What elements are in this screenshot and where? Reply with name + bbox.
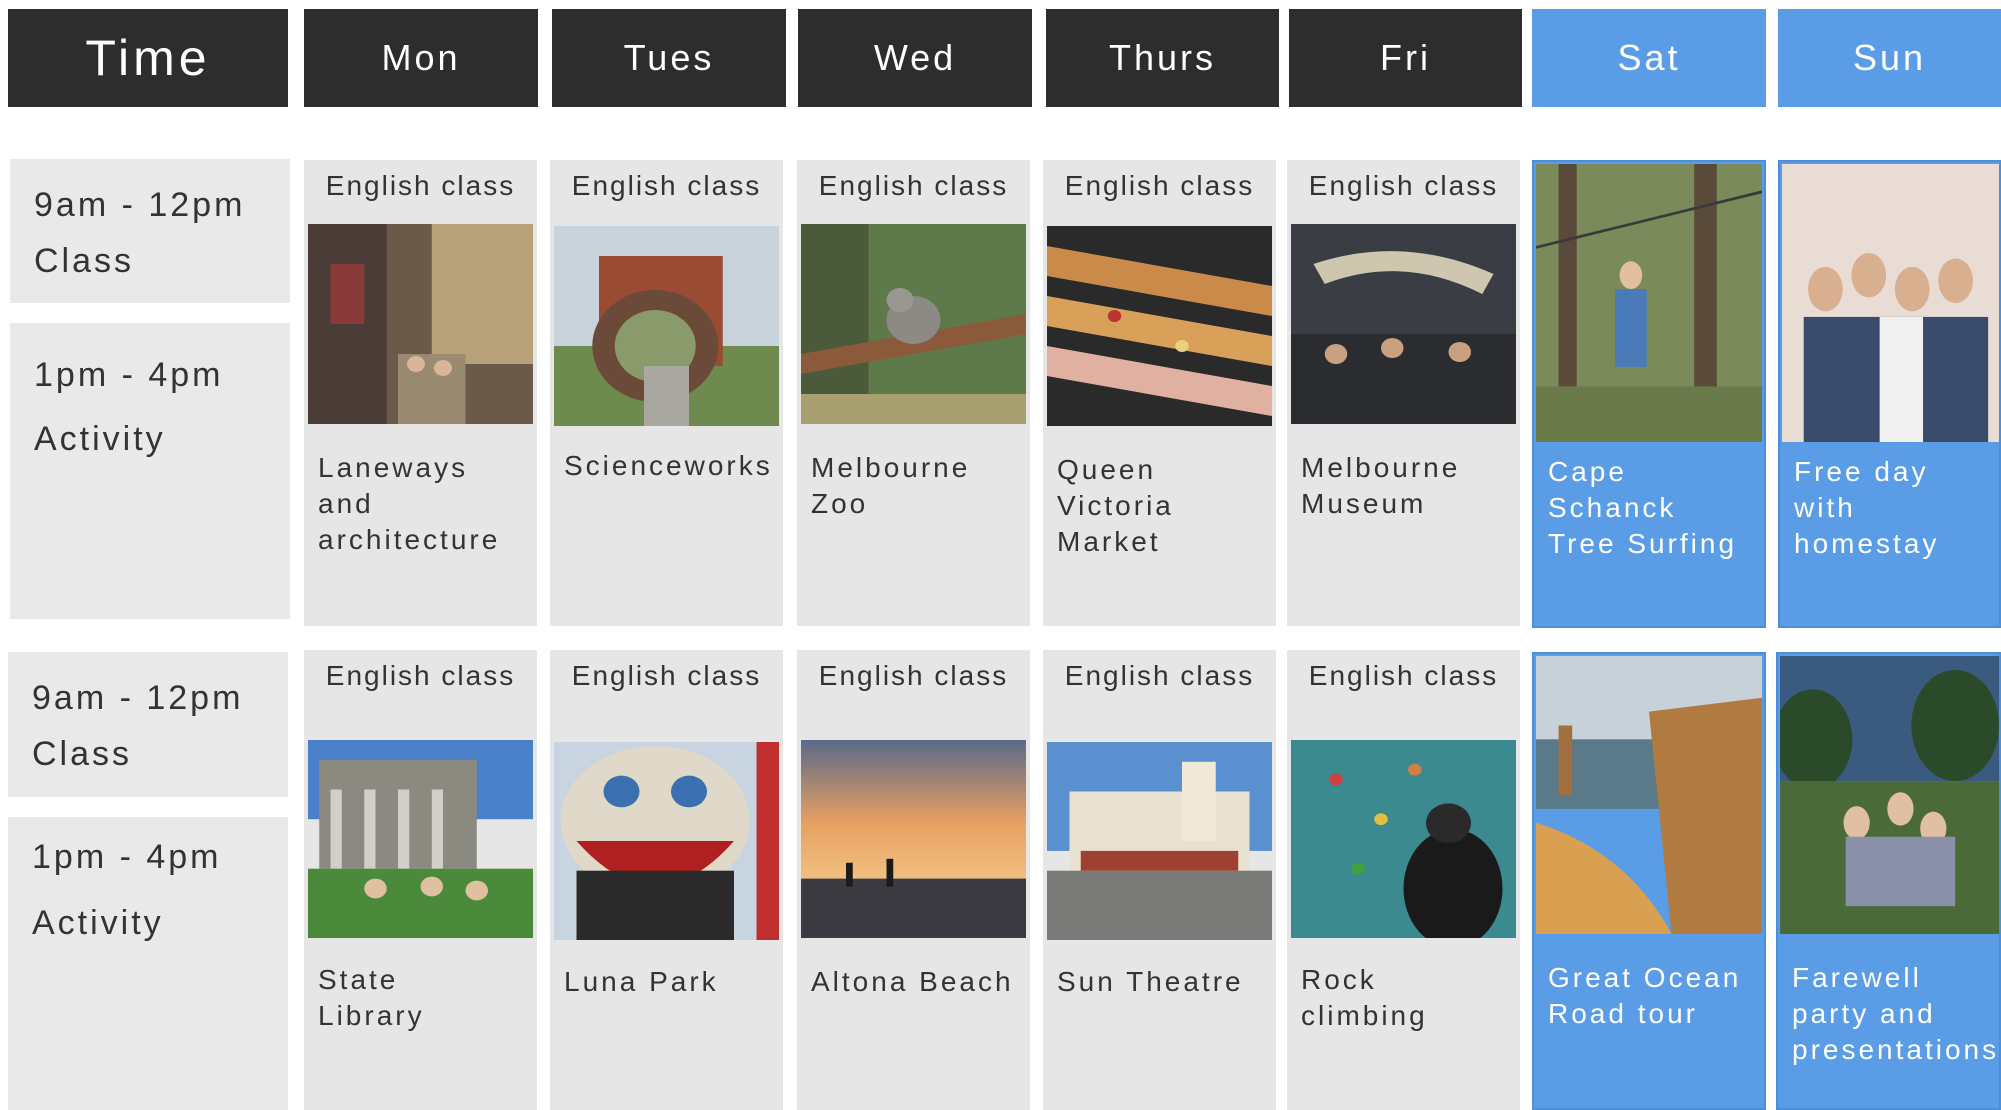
day-cell-mon: English class State Library [304, 650, 537, 1110]
altona-beach-photo [801, 740, 1026, 938]
class-time: 9am - 12pm [32, 679, 244, 717]
activity-scienceworks: Scienceworks [564, 450, 773, 481]
activity-sun-theatre: Sun Theatre [1057, 966, 1244, 997]
english-class-label: English class [1064, 660, 1255, 691]
laneways-photo [308, 224, 533, 424]
activity-free-day: Free day with homestay [1794, 456, 1940, 559]
class-label: Class [32, 735, 133, 773]
day-cell-mon: English class Laneways and architecture [304, 160, 537, 626]
activity-queen-victoria-market: Queen Victoria Market [1057, 454, 1174, 557]
scienceworks-photo [554, 226, 779, 426]
day-cell-fri: English class Melbourne Museum [1287, 160, 1520, 626]
activity-tree-surfing: Cape Schanck Tree Surfing [1548, 456, 1738, 559]
header-sat: Sat [1532, 9, 1766, 107]
english-class-label: English class [818, 660, 1009, 691]
day-cell-sat: Great Ocean Road tour [1532, 652, 1766, 1110]
english-class-label: English class [1308, 660, 1499, 691]
state-library-photo [308, 740, 533, 938]
market-photo [1047, 226, 1272, 426]
time-slot-class: 9am - 12pm Class [8, 652, 288, 797]
activity-luna-park: Luna Park [564, 966, 719, 997]
great-ocean-road-photo [1536, 656, 1762, 934]
day-cell-wed: English class Melbourne Zoo [797, 160, 1030, 626]
homestay-photo [1782, 164, 1999, 442]
class-time: 9am - 12pm [34, 186, 246, 224]
sun-theatre-photo [1047, 742, 1272, 940]
day-cell-tues: English class Luna Park [550, 650, 783, 1110]
header-fri: Fri [1289, 9, 1522, 107]
activity-label: Activity [34, 420, 166, 458]
museum-photo [1291, 224, 1516, 424]
english-class-label: English class [1064, 170, 1255, 201]
activity-label: Activity [32, 904, 164, 942]
header-tues: Tues [552, 9, 786, 107]
english-class-label: English class [325, 660, 516, 691]
english-class-label: English class [325, 170, 516, 201]
activity-rock-climbing: Rock climbing [1301, 964, 1428, 1031]
day-cell-tues: English class Scienceworks [550, 160, 783, 626]
activity-state-library: State Library [318, 964, 425, 1031]
class-label: Class [34, 242, 135, 280]
day-cell-sun: Farewell party and presentations [1776, 652, 2001, 1110]
activity-time: 1pm - 4pm [34, 356, 224, 394]
farewell-party-photo [1780, 656, 1999, 934]
activity-altona-beach: Altona Beach [811, 966, 1014, 997]
english-class-label: English class [1308, 170, 1499, 201]
activity-melbourne-museum: Melbourne Museum [1301, 452, 1461, 519]
time-slot-activity: 1pm - 4pm Activity [8, 817, 288, 1110]
header-time: Time [8, 9, 288, 107]
day-cell-sun: Free day with homestay [1778, 160, 2001, 628]
english-class-label: English class [818, 170, 1009, 201]
rock-climbing-photo [1291, 740, 1516, 938]
activity-time: 1pm - 4pm [32, 838, 222, 876]
header-sun: Sun [1778, 9, 2001, 107]
activity-melbourne-zoo: Melbourne Zoo [811, 452, 971, 519]
zoo-photo [801, 224, 1026, 424]
activity-laneways: Laneways and architecture [318, 452, 501, 555]
english-class-label: English class [571, 660, 762, 691]
luna-park-photo [554, 742, 779, 940]
tree-surfing-photo [1536, 164, 1762, 442]
day-cell-thurs: English class Queen Victoria Market [1043, 160, 1276, 626]
time-slot-class: 9am - 12pm Class [10, 159, 290, 303]
activity-farewell-party: Farewell party and presentations [1792, 962, 2000, 1065]
day-cell-wed: English class Altona Beach [797, 650, 1030, 1110]
activity-great-ocean-road: Great Ocean Road tour [1548, 962, 1742, 1029]
day-cell-thurs: English class Sun Theatre [1043, 650, 1276, 1110]
english-class-label: English class [571, 170, 762, 201]
header-thurs: Thurs [1046, 9, 1279, 107]
header-wed: Wed [798, 9, 1032, 107]
day-cell-sat: Cape Schanck Tree Surfing [1532, 160, 1766, 628]
day-cell-fri: English class Rock climbing [1287, 650, 1520, 1110]
header-mon: Mon [304, 9, 538, 107]
time-slot-activity: 1pm - 4pm Activity [10, 323, 290, 619]
